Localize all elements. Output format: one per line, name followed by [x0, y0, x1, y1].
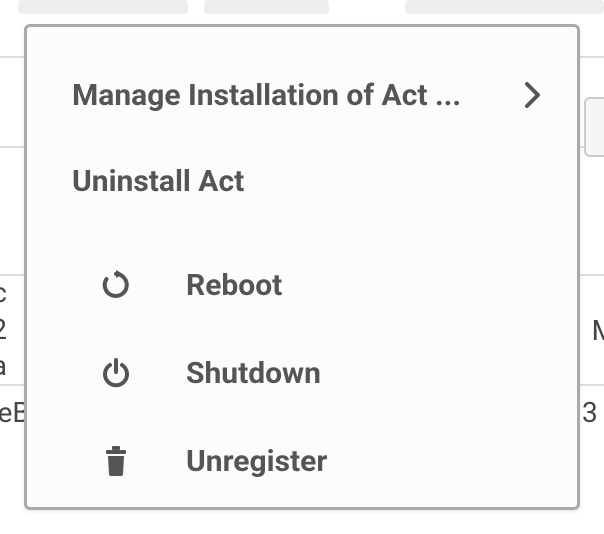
shutdown-label: Shutdown [186, 356, 321, 391]
refresh-icon [100, 269, 132, 301]
power-icon [100, 357, 132, 389]
reboot-item[interactable]: Reboot [72, 241, 542, 329]
reboot-label: Reboot [186, 268, 282, 303]
shutdown-item[interactable]: Shutdown [72, 329, 542, 417]
bg-button[interactable] [584, 97, 604, 157]
bg-data-right: Mo [592, 314, 604, 347]
top-placeholders [0, 0, 604, 22]
manage-installation-label: Manage Installation of Act ... [72, 78, 461, 113]
chevron-right-icon [524, 81, 542, 109]
placeholder-pill [18, 0, 188, 14]
trash-icon [100, 445, 132, 477]
uninstall-label: Uninstall Act [72, 164, 244, 199]
context-menu: Manage Installation of Act ... Uninstall… [24, 24, 580, 510]
manage-installation-item[interactable]: Manage Installation of Act ... [72, 65, 542, 125]
placeholder-pill [405, 0, 604, 14]
unregister-item[interactable]: Unregister [72, 417, 542, 505]
placeholder-pill [204, 0, 330, 14]
unregister-label: Unregister [186, 444, 327, 479]
bg-data-left: ric a2 2a [0, 275, 7, 384]
uninstall-item[interactable]: Uninstall Act [72, 151, 542, 211]
